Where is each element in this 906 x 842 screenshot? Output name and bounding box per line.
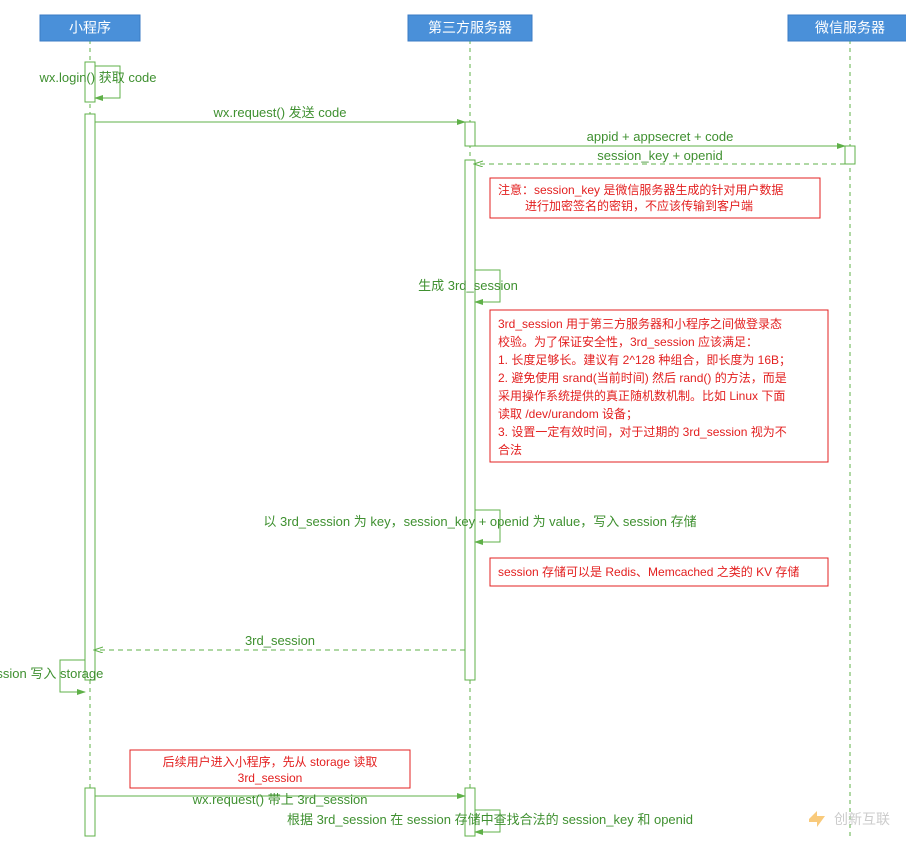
svg-text:1. 长度足够长。建议有 2^128 种组合，即长度为 16: 1. 长度足够长。建议有 2^128 种组合，即长度为 16B； bbox=[498, 352, 791, 367]
svg-text:小程序: 小程序 bbox=[69, 20, 111, 36]
watermark: 创新互联 bbox=[806, 808, 890, 830]
svg-text:合法: 合法 bbox=[498, 442, 522, 457]
svg-text:3rd_session: 3rd_session bbox=[238, 771, 303, 785]
svg-text:后续用户进入小程序，先从 storage 读取: 后续用户进入小程序，先从 storage 读取 bbox=[163, 754, 378, 769]
svg-text:session 存储可以是 Redis、Memcached: session 存储可以是 Redis、Memcached 之类的 KV 存储 bbox=[498, 564, 799, 579]
svg-text:校验。为了保证安全性，3rd_session 应该满足：: 校验。为了保证安全性，3rd_session 应该满足： bbox=[498, 334, 758, 349]
svg-text:wx.request() 发送 code: wx.request() 发送 code bbox=[213, 105, 347, 120]
svg-text:3rd_session 写入 storage: 3rd_session 写入 storage bbox=[0, 666, 103, 681]
msg-appid-appsecret-code: appid + appsecret + code bbox=[475, 129, 845, 146]
msg-lookup-session: 根据 3rd_session 在 session 存储中查找合法的 sessio… bbox=[287, 810, 693, 832]
svg-text:以 3rd_session 为 key，session_ke: 以 3rd_session 为 key，session_key + openid… bbox=[263, 514, 696, 529]
svg-text:生成 3rd_session: 生成 3rd_session bbox=[418, 278, 518, 293]
svg-text:根据 3rd_session 在 session 存储中查找: 根据 3rd_session 在 session 存储中查找合法的 sessio… bbox=[287, 812, 693, 827]
note-3rd-session-requirements: 3rd_session 用于第三方服务器和小程序之间做登录态 校验。为了保证安全… bbox=[490, 310, 828, 462]
msg-wx-login: wx.login() 获取 code bbox=[38, 66, 156, 98]
msg-wx-request-with-3rd-session: wx.request() 带上 3rd_session bbox=[95, 792, 465, 807]
watermark-text: 创新互联 bbox=[834, 809, 890, 829]
svg-text:2. 避免使用 srand(当前时间) 然后 rand(): 2. 避免使用 srand(当前时间) 然后 rand() 的方法，而是 bbox=[498, 370, 787, 385]
svg-text:3rd_session: 3rd_session bbox=[245, 633, 315, 648]
note-session-storage-kv: session 存储可以是 Redis、Memcached 之类的 KV 存储 bbox=[490, 558, 828, 586]
msg-write-session-storage: 以 3rd_session 为 key，session_key + openid… bbox=[263, 510, 696, 542]
msg-sessionkey-openid: session_key + openid bbox=[475, 148, 845, 164]
svg-text:wx.login() 获取 code: wx.login() 获取 code bbox=[38, 70, 156, 85]
msg-return-3rd-session: 3rd_session bbox=[95, 633, 465, 650]
note-read-storage: 后续用户进入小程序，先从 storage 读取 3rd_session bbox=[130, 750, 410, 788]
actor-wechat-server: 微信服务器 bbox=[788, 15, 906, 41]
svg-text:wx.request() 带上 3rd_session: wx.request() 带上 3rd_session bbox=[192, 792, 368, 807]
actor-mini-program: 小程序 bbox=[40, 15, 140, 41]
svg-text:读取 /dev/urandom 设备；: 读取 /dev/urandom 设备； bbox=[498, 407, 638, 421]
svg-text:注意：session_key 是微信服务器生成的针对用户数据: 注意：session_key 是微信服务器生成的针对用户数据 bbox=[498, 182, 783, 197]
svg-text:第三方服务器: 第三方服务器 bbox=[428, 20, 512, 36]
svg-text:进行加密签名的密钥，不应该传输到客户端: 进行加密签名的密钥，不应该传输到客户端 bbox=[525, 198, 753, 213]
note-session-key-warning: 注意：session_key 是微信服务器生成的针对用户数据 进行加密签名的密钥… bbox=[490, 178, 820, 218]
actor-third-party-server: 第三方服务器 bbox=[408, 15, 532, 41]
svg-text:微信服务器: 微信服务器 bbox=[815, 20, 885, 36]
svg-text:3. 设置一定有效时间，对于过期的 3rd_session: 3. 设置一定有效时间，对于过期的 3rd_session 视为不 bbox=[498, 424, 787, 439]
svg-text:采用操作系统提供的真正随机数机制。比如 Linux 下面: 采用操作系统提供的真正随机数机制。比如 Linux 下面 bbox=[498, 388, 785, 403]
msg-wx-request-send-code: wx.request() 发送 code bbox=[95, 105, 465, 122]
svg-text:3rd_session 用于第三方服务器和小程序之间做登录态: 3rd_session 用于第三方服务器和小程序之间做登录态 bbox=[498, 316, 782, 331]
watermark-icon bbox=[806, 808, 828, 830]
svg-text:appid + appsecret + code: appid + appsecret + code bbox=[587, 129, 734, 144]
svg-text:session_key + openid: session_key + openid bbox=[597, 148, 722, 163]
